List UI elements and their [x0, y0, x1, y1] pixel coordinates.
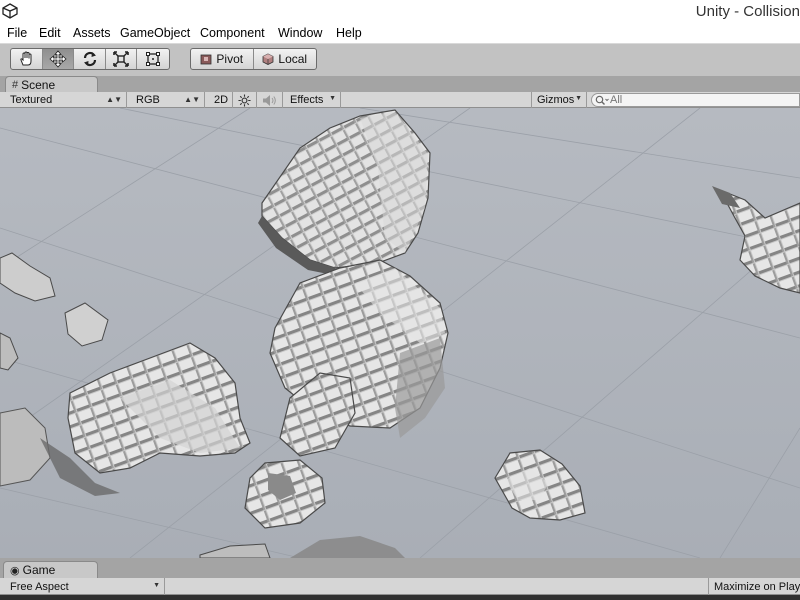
dropdown-caret-icon: ▼ — [153, 582, 160, 589]
pivot-controls: Pivot Local — [190, 48, 317, 70]
scene-tab-label: Scene — [21, 77, 56, 92]
transform-tools — [10, 48, 170, 70]
rect-tool-button[interactable] — [137, 49, 169, 69]
game-controller-icon: ◉ — [10, 564, 20, 577]
menu-help[interactable]: Help — [336, 26, 362, 40]
rotate-tool-button[interactable] — [74, 49, 106, 69]
pivot-toggle-button[interactable]: Pivot — [191, 49, 254, 69]
dropdown-caret-icon: ▼ — [329, 95, 336, 102]
menu-bar: File Edit Assets GameObject Component Wi… — [0, 24, 800, 44]
render-mode-value: RGB — [136, 94, 160, 106]
dropdown-caret-icon: ▲▼ — [106, 95, 122, 104]
menu-assets[interactable]: Assets — [73, 26, 111, 40]
rotate-icon — [83, 51, 96, 67]
window-title: Unity - Collision — [695, 3, 800, 20]
scene-tab-bar: # Scene — [0, 76, 800, 92]
scene-search-box — [591, 93, 800, 107]
menu-window[interactable]: Window — [278, 26, 322, 40]
tab-scene[interactable]: # Scene — [5, 76, 98, 92]
speaker-icon — [263, 94, 276, 106]
render-mode-dropdown[interactable]: RGB ▲▼ — [131, 92, 205, 108]
effects-label: Effects — [290, 94, 324, 106]
dropdown-caret-icon: ▲▼ — [184, 95, 200, 104]
pivot-icon — [201, 54, 212, 65]
gizmos-dropdown[interactable]: Gizmos ▼ — [531, 92, 587, 108]
game-tab-label: Game — [22, 563, 56, 577]
effects-dropdown[interactable]: Effects ▼ — [285, 92, 341, 108]
mode-2d-toggle[interactable]: 2D — [209, 92, 233, 108]
hand-tool-button[interactable] — [11, 49, 43, 69]
move-icon — [49, 50, 67, 68]
game-tab-bar: ◉ Game — [0, 558, 800, 578]
scene-lighting-toggle[interactable] — [233, 92, 257, 108]
tab-game[interactable]: ◉ Game — [3, 561, 98, 578]
title-bar: Unity - Collision — [0, 0, 800, 24]
menu-component[interactable]: Component — [200, 26, 265, 40]
shading-mode-value: Textured — [10, 94, 53, 106]
scene-grid-icon: # — [12, 78, 19, 91]
unity-logo-icon — [2, 3, 18, 19]
scene-controls-bar: Textured ▲▼ RGB ▲▼ 2D Effects ▼ Gizmos ▼ — [0, 92, 800, 108]
menu-file[interactable]: File — [7, 26, 27, 40]
search-icon — [595, 95, 609, 105]
gizmos-label: Gizmos — [537, 94, 575, 106]
scale-icon — [113, 51, 129, 67]
aspect-value: Free Aspect — [10, 580, 69, 593]
game-view-strip — [0, 595, 800, 600]
pivot-label: Pivot — [216, 52, 244, 66]
scene-viewport[interactable] — [0, 108, 800, 558]
maximize-on-play-toggle[interactable]: Maximize on Play — [708, 578, 800, 595]
move-tool-button[interactable] — [42, 49, 75, 69]
menu-gameobject[interactable]: GameObject — [120, 26, 190, 40]
game-controls-bar: Free Aspect ▼ Maximize on Play — [0, 578, 800, 595]
sun-icon — [238, 93, 251, 107]
hand-icon — [20, 51, 32, 66]
aspect-dropdown[interactable]: Free Aspect ▼ — [5, 578, 165, 595]
scene-audio-toggle[interactable] — [257, 92, 283, 108]
maximize-on-play-label: Maximize on Play — [714, 580, 800, 593]
scale-tool-button[interactable] — [106, 49, 138, 69]
scene-render — [0, 108, 800, 558]
mode-2d-label: 2D — [214, 94, 229, 106]
local-cube-icon — [263, 53, 274, 65]
scene-search-input[interactable] — [610, 94, 790, 106]
rect-tool-icon — [146, 52, 161, 66]
local-label: Local — [278, 52, 308, 66]
dropdown-caret-icon: ▼ — [575, 95, 582, 102]
local-toggle-button[interactable]: Local — [254, 49, 316, 69]
menu-edit[interactable]: Edit — [39, 26, 61, 40]
shading-mode-dropdown[interactable]: Textured ▲▼ — [5, 92, 127, 108]
toolbar: Pivot Local — [0, 44, 800, 76]
